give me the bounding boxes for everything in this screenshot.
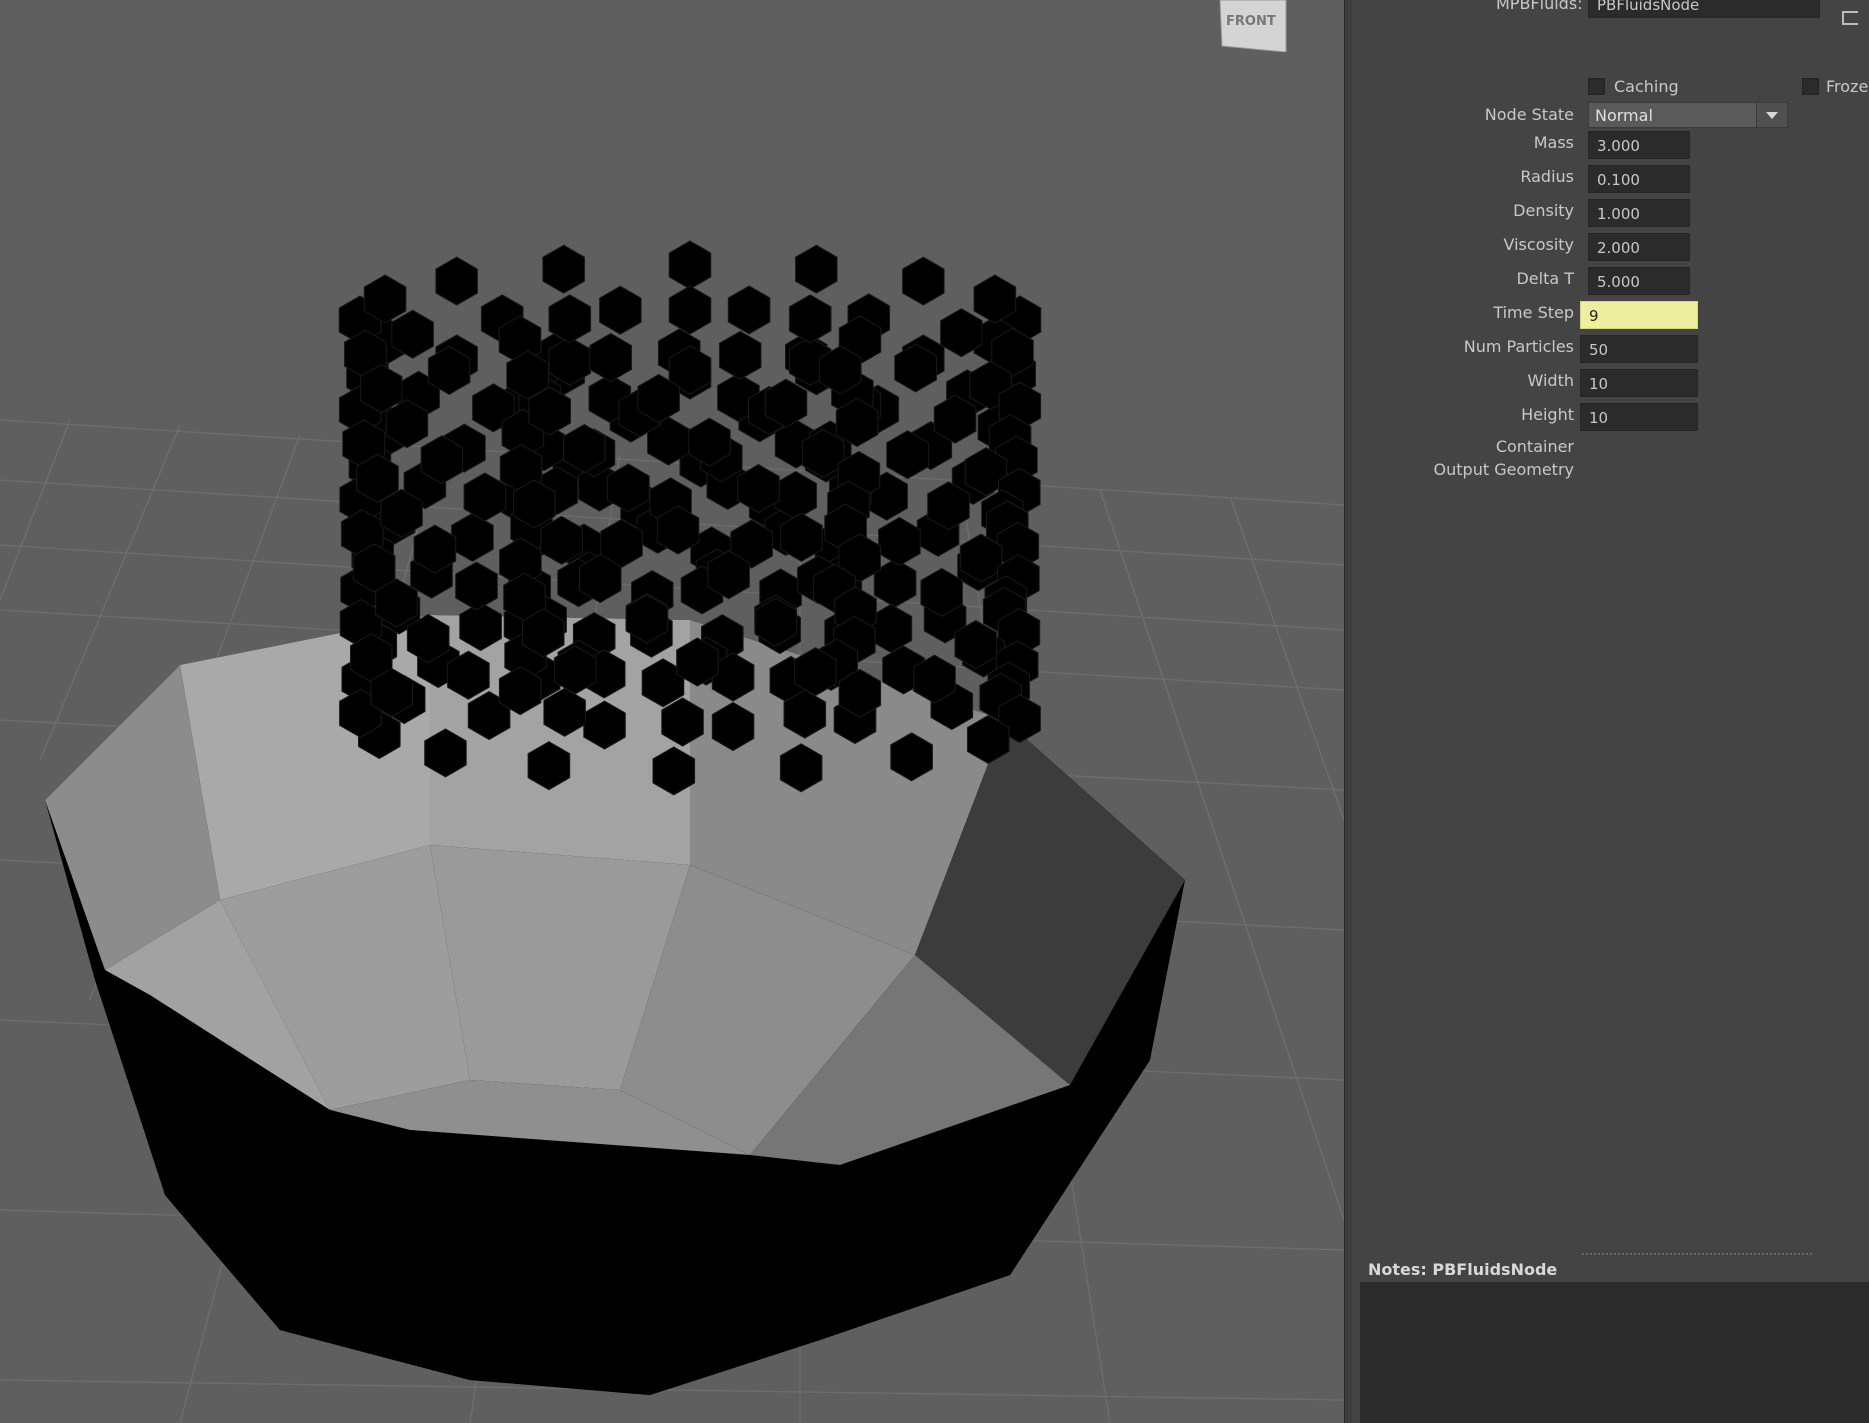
particle bbox=[455, 561, 498, 611]
field-label-delta-t: Delta T bbox=[1516, 269, 1574, 288]
node-name-field[interactable]: PBFluidsNode bbox=[1588, 0, 1820, 18]
particle bbox=[788, 294, 832, 344]
notes-label: Notes: PBFluidsNode bbox=[1368, 1260, 1558, 1279]
particle bbox=[435, 256, 478, 306]
attribute-editor: MPBFluids: PBFluidsNode Caching Frozen N… bbox=[1352, 0, 1869, 1423]
notes-textarea[interactable] bbox=[1360, 1282, 1869, 1423]
particle bbox=[599, 285, 642, 335]
field-input-time-step[interactable]: 9 bbox=[1580, 301, 1698, 329]
caching-label: Caching bbox=[1614, 77, 1679, 96]
field-label-time-step: Time Step bbox=[1493, 303, 1574, 322]
frozen-checkbox[interactable] bbox=[1802, 78, 1819, 95]
particle bbox=[902, 256, 945, 306]
field-input-delta-t[interactable]: 5.000 bbox=[1588, 267, 1690, 295]
particle bbox=[668, 240, 712, 290]
view-cube-label: FRONT bbox=[1226, 14, 1276, 29]
node-type-label: MPBFluids: bbox=[1496, 0, 1583, 13]
field-input-density[interactable]: 1.000 bbox=[1588, 199, 1690, 227]
field-input-num-particles[interactable]: 50 bbox=[1580, 335, 1698, 363]
particle bbox=[668, 285, 712, 335]
field-label-height: Height bbox=[1521, 405, 1574, 424]
field-input-viscosity[interactable]: 2.000 bbox=[1588, 233, 1690, 261]
particle bbox=[719, 330, 762, 380]
particle bbox=[542, 244, 585, 294]
field-label-viscosity: Viscosity bbox=[1503, 235, 1574, 254]
field-label-mass: Mass bbox=[1533, 133, 1574, 152]
particle bbox=[795, 244, 838, 294]
particle bbox=[451, 512, 494, 562]
field-input-mass[interactable]: 3.000 bbox=[1588, 131, 1690, 159]
node-options-icon[interactable] bbox=[1842, 11, 1858, 25]
node-state-value: Normal bbox=[1595, 106, 1653, 125]
frozen-label: Frozen bbox=[1826, 77, 1869, 96]
field-label-radius: Radius bbox=[1520, 167, 1574, 186]
viewport-3d[interactable]: FRONT bbox=[0, 0, 1344, 1423]
field-label-num-particles: Num Particles bbox=[1463, 337, 1574, 356]
panel-splitter[interactable] bbox=[1344, 0, 1352, 1423]
particle bbox=[727, 285, 771, 335]
dropdown-arrow-box bbox=[1756, 103, 1787, 127]
field-label-width: Width bbox=[1527, 371, 1574, 390]
field-input-height[interactable]: 10 bbox=[1580, 403, 1698, 431]
chevron-down-icon bbox=[1766, 112, 1778, 119]
view-cube[interactable]: FRONT bbox=[1216, 0, 1288, 52]
field-input-width[interactable]: 10 bbox=[1580, 369, 1698, 397]
particle bbox=[589, 332, 632, 383]
node-state-label: Node State bbox=[1484, 105, 1574, 124]
field-input-radius[interactable]: 0.100 bbox=[1588, 165, 1690, 193]
panel-divider[interactable] bbox=[1582, 1253, 1812, 1255]
caching-checkbox[interactable] bbox=[1588, 78, 1605, 95]
node-state-dropdown[interactable]: Normal bbox=[1588, 102, 1788, 128]
particle bbox=[463, 472, 507, 522]
output-geometry-label: Output Geometry bbox=[1433, 460, 1574, 479]
scene-canvas[interactable] bbox=[0, 0, 1344, 1423]
field-label-density: Density bbox=[1513, 201, 1574, 220]
particle bbox=[878, 516, 921, 567]
